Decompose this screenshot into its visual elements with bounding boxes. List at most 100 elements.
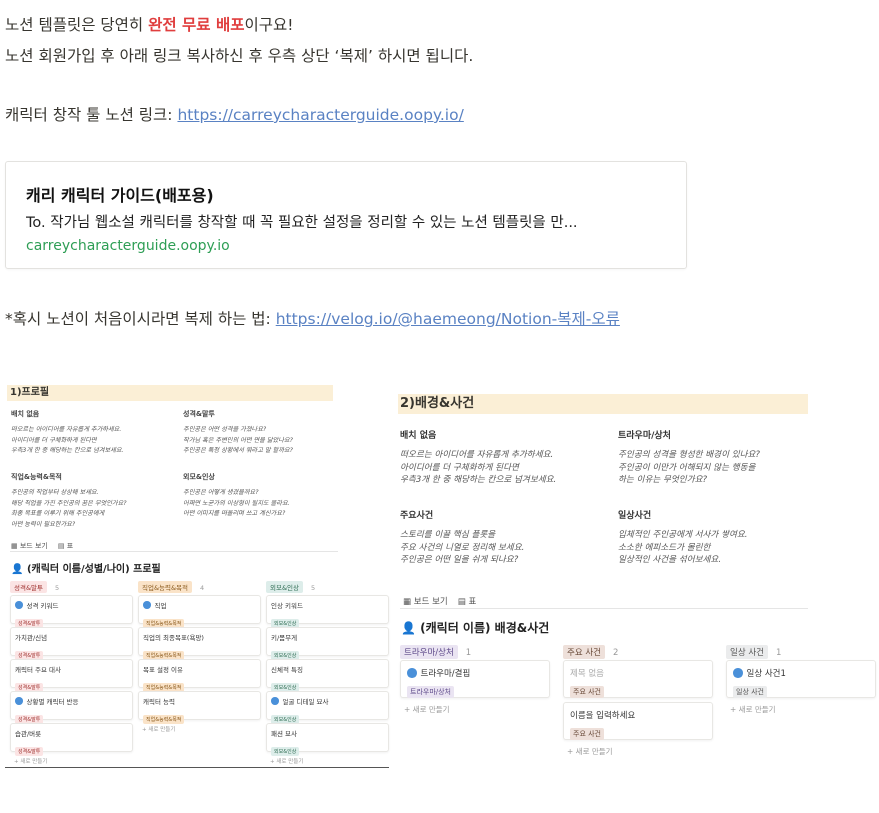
board-card[interactable]: 직업 직업&능력&목적 xyxy=(138,595,261,628)
board-card[interactable]: 얼굴 디테일 묘사 외모&인상 xyxy=(266,691,389,724)
group-label: 성격&말투 xyxy=(10,581,47,593)
board-card[interactable]: 신체적 특징 외모&인상 xyxy=(266,659,389,692)
board-card[interactable]: 상황별 캐릭터 반응 성격&말투 xyxy=(10,691,133,724)
board-group-header: 일상 사건 1 xyxy=(726,645,781,659)
page-icon xyxy=(15,601,23,609)
board-card[interactable]: 트라우마/결핍트라우마/상처 xyxy=(400,660,550,698)
tab-table[interactable]: ▤ 표 xyxy=(458,595,477,607)
card-tag: 트라우마/상처 xyxy=(407,686,454,698)
group-label: 주요 사건 xyxy=(563,645,605,659)
note-block: 외모&인상 주인공은 어떻게 생겼을까요? 어쩌면 노균가의 이상형이 될지도 몰라… xyxy=(183,472,290,520)
board-card[interactable]: 키/몸무게 외모&인상 xyxy=(266,627,389,660)
bookmark-description: To. 작가님 웹소설 캐릭터를 창작할 때 꼭 필요한 설정을 정리할 수 있… xyxy=(26,215,578,231)
card-title: 상황별 캐릭터 반응 xyxy=(15,696,128,706)
page-icon xyxy=(15,697,23,705)
card-title-text: 직업의 최종목표(욕망) xyxy=(143,634,204,642)
note-line: 아이디어를 더 구체화하게 된다면 xyxy=(11,436,97,444)
page-icon xyxy=(143,601,151,609)
board-card[interactable]: 직업의 최종목표(욕망) 직업&능력&목적 xyxy=(138,627,261,660)
note-line: 하는 이유는 무엇인가요? xyxy=(618,475,708,485)
card-tag: 일상 사건 xyxy=(733,686,767,698)
page-icon xyxy=(407,668,417,678)
card-title: 목표 설정 이유 xyxy=(143,664,256,674)
group-label: 외모&인상 xyxy=(266,581,303,593)
free-highlight: 완전 무료 배포 xyxy=(148,16,245,34)
board-group-header: 외모&인상 5 xyxy=(266,581,315,593)
note-block-title: 배치 없음 xyxy=(11,410,40,418)
note-line: 주인공의 직업부터 상상해 보세요. xyxy=(11,489,99,496)
page-icon xyxy=(271,697,279,705)
tab-board-label: 보드 보기 xyxy=(413,597,448,607)
board-card[interactable]: 일상 사건1 일상 사건 xyxy=(726,660,876,698)
note-block-title: 일상사건 xyxy=(618,511,652,521)
add-card-button[interactable]: + 새로 만들기 xyxy=(730,704,776,715)
note-line: 떠오르는 아이디어를 자유롭게 추가하세요. xyxy=(11,426,122,433)
card-title: 인상 키워드 xyxy=(271,600,384,610)
page-icon xyxy=(733,668,743,678)
card-title-text: 이름을 입력하세요 xyxy=(570,711,636,721)
background-screenshot: 2)배경&사건 배치 없음 떠오르는 아이디어를 자유롭게 추가하세요. 아이디어를… xyxy=(398,390,876,765)
note-line: 주인공의 성격을 형성한 배경이 있나요? xyxy=(618,450,760,460)
board-card[interactable]: 캐릭터 주요 대사 성격&말투 xyxy=(10,659,133,692)
card-title: 신체적 특징 xyxy=(271,664,384,674)
tab-table[interactable]: ▤ 표 xyxy=(58,541,73,551)
board-card[interactable]: 목표 설정 이유 직업&능력&목적 xyxy=(138,659,261,692)
note-block: 일상사건 입체적인 주인공에게 서사가 쌓여요. 소소한 에피소드가 몰린한 일상적인… xyxy=(618,508,748,567)
card-title-text: 습관/버릇 xyxy=(15,730,42,738)
board-card[interactable]: 가치관/신념 성격&말투 xyxy=(10,627,133,660)
note-line: 주인공이 이만가 어해되지 않는 행동을 xyxy=(618,462,756,473)
duplicate-label: *혹시 노션이 처음이시라면 복제 하는 법: xyxy=(5,310,276,328)
board-card[interactable]: 이름을 입력하세요주요 사건 xyxy=(563,702,713,740)
note-block: 직업&능력&목적 주인공의 직업부터 상상해 보세요. 해당 직업을 가진 주인공의… xyxy=(11,472,127,530)
note-line: 아이디어를 더 구체화하게 된다면 xyxy=(400,462,519,473)
board-card[interactable]: 인상 키워드 외모&인상 xyxy=(266,595,389,628)
card-title-text: 트라우마/결핍 xyxy=(420,669,471,679)
note-line: 어쩌면 노균가의 이상형이 될지도 몰라요. xyxy=(183,499,290,507)
board-card[interactable]: 제목 없음 주요 사건 xyxy=(563,660,713,698)
profile-screenshot: 1)프로필 배치 없음 떠오르는 아이디어를 자유롭게 추가하세요. 아이디어를 더… xyxy=(5,383,389,768)
add-card-button[interactable]: + 새로 만들기 xyxy=(142,725,175,733)
tab-board-label: 보드 보기 xyxy=(19,542,48,550)
card-title: 습관/버릇 xyxy=(15,728,128,738)
card-title: 패션 묘사 xyxy=(271,728,384,738)
card-title-text: 성격 키워드 xyxy=(26,602,59,610)
card-title-text: 직업 xyxy=(154,602,167,610)
board-card[interactable]: 성격 키워드 성격&말투 xyxy=(10,595,133,628)
note-line: 주인공은 어떻게 생겼을까요? xyxy=(183,489,259,496)
card-title: 성격 키워드 xyxy=(15,600,128,610)
card-title-text: 인상 키워드 xyxy=(271,602,303,610)
add-card-button[interactable]: + 새로 만들기 xyxy=(270,757,303,765)
board-group-header: 성격&말투 5 xyxy=(10,581,59,593)
profile-db-title-text: (캐릭터 이름/성별/나이) 프로필 xyxy=(26,564,161,575)
person-icon: 👤 xyxy=(11,564,24,575)
tab-board-view[interactable]: ▦ 보드 보기 xyxy=(403,595,448,607)
note-line: 어떤 능력이 필요한가요? xyxy=(11,520,76,528)
card-title: 얼굴 디테일 묘사 xyxy=(271,696,384,706)
duplicate-link[interactable]: https://velog.io/@haemeong/Notion-복제-오류 xyxy=(276,310,620,328)
group-label: 트라우마/상처 xyxy=(400,645,458,659)
group-count: 5 xyxy=(311,584,316,592)
tool-link[interactable]: https://carreycharacterguide.oopy.io/ xyxy=(177,106,463,124)
note-line: 소소한 에피소드가 몰린한 xyxy=(618,542,711,553)
card-title-text: 신체적 특징 xyxy=(271,666,303,674)
tab-table-label: 표 xyxy=(468,597,477,607)
intro-text: 노션 템플릿은 당연히 xyxy=(5,16,149,34)
bookmark-card[interactable]: 캐리 캐릭터 가이드(배포용) To. 작가님 웹소설 캐릭터를 창작할 때 꼭… xyxy=(5,161,687,269)
board-card[interactable]: 캐릭터 능력 직업&능력&목적 xyxy=(138,691,261,724)
add-card-button[interactable]: + 새로 만들기 xyxy=(14,757,47,765)
note-block-title: 성격&말투 xyxy=(183,410,215,418)
board-group-header: 트라우마/상처 1 xyxy=(400,645,471,659)
background-db-title-text: (캐릭터 이름) 배경&사건 xyxy=(420,621,550,635)
add-card-button[interactable]: + 새로 만들기 xyxy=(567,746,613,757)
card-title-text: 키/몸무게 xyxy=(271,634,298,642)
note-line: 일상적인 사건을 섞어보세요. xyxy=(618,555,722,565)
add-card-button[interactable]: + 새로 만들기 xyxy=(404,704,450,715)
board-card[interactable]: 패션 묘사 외모&인상 xyxy=(266,723,389,756)
card-tag: 주요 사건 xyxy=(570,728,604,740)
board-card[interactable]: 습관/버릇 성격&말투 xyxy=(10,723,133,756)
intro-line-1: 노션 템플릿은 당연히 완전 무료 배포이구요! xyxy=(5,13,293,35)
card-title-text: 캐릭터 주요 대사 xyxy=(15,666,61,674)
background-view-tabs: ▦ 보드 보기 ▤ 표 xyxy=(403,595,476,607)
card-title: 키/몸무게 xyxy=(271,632,384,642)
tab-board-view[interactable]: ▦ 보드 보기 xyxy=(11,541,48,551)
